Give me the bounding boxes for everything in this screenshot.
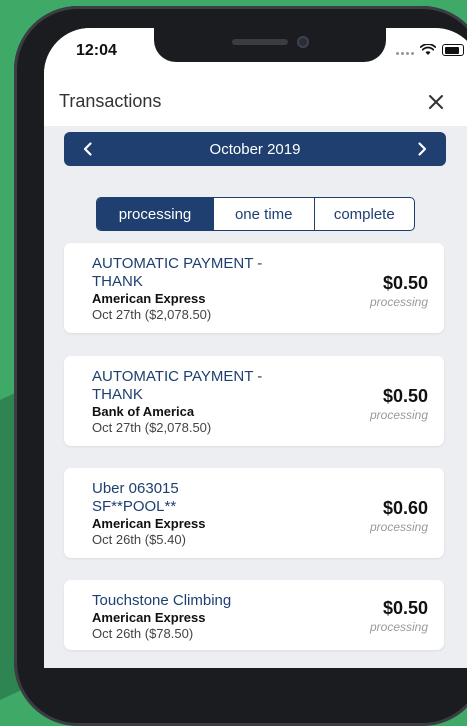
- transaction-status: processing: [369, 295, 428, 309]
- speaker-grille: [232, 39, 288, 45]
- transaction-title-continued: THANK: [92, 273, 143, 290]
- transaction-bank: American Express: [92, 291, 206, 306]
- transaction-amount: $0.50: [382, 598, 428, 618]
- tab-complete[interactable]: complete: [313, 198, 415, 230]
- close-icon[interactable]: [426, 92, 446, 112]
- transaction-bank: American Express: [92, 516, 206, 531]
- signal-icon: [396, 45, 414, 55]
- transaction-title-continued: THANK: [92, 386, 143, 403]
- status-icons: [396, 44, 464, 56]
- tab-one-time[interactable]: one time: [213, 198, 314, 230]
- transaction-card[interactable]: Uber 063015 SF**POOL** American Express …: [64, 468, 444, 558]
- front-camera: [297, 36, 309, 48]
- transaction-card[interactable]: Touchstone Climbing American Express Oct…: [64, 580, 444, 650]
- transaction-card[interactable]: AUTOMATIC PAYMENT - THANK Bank of Americ…: [64, 356, 444, 446]
- transaction-date: Oct 27th ($2,078.50): [92, 420, 212, 435]
- transaction-card[interactable]: AUTOMATIC PAYMENT - THANK American Expre…: [64, 243, 444, 333]
- transaction-date: Oct 26th ($78.50): [92, 626, 194, 641]
- transaction-bank: Bank of America: [92, 404, 195, 419]
- battery-icon: [442, 44, 464, 56]
- wifi-icon: [420, 44, 436, 55]
- transaction-title: AUTOMATIC PAYMENT -: [92, 255, 263, 272]
- phone-notch: [154, 28, 386, 62]
- phone-frame: 12:04 Transactions October 2019 processi…: [14, 6, 467, 726]
- chevron-right-icon[interactable]: [414, 141, 430, 157]
- transaction-description: Touchstone Climbing American Express Oct…: [92, 592, 292, 642]
- month-label: October 2019: [209, 141, 301, 158]
- transaction-status: processing: [369, 408, 428, 422]
- transaction-amount: $0.50: [382, 273, 428, 293]
- app-screen: 12:04 Transactions October 2019 processi…: [44, 28, 467, 668]
- transaction-date: Oct 26th ($5.40): [92, 532, 186, 547]
- status-time: 12:04: [76, 42, 117, 59]
- filter-segmented-control: processing one time complete: [96, 197, 415, 231]
- nav-header: Transactions: [44, 78, 467, 126]
- transaction-description: Uber 063015 SF**POOL** American Express …: [92, 480, 292, 548]
- transaction-bank: American Express: [92, 610, 206, 625]
- transaction-description: AUTOMATIC PAYMENT - THANK American Expre…: [92, 255, 292, 323]
- transaction-date: Oct 27th ($2,078.50): [92, 307, 212, 322]
- transaction-title: Uber 063015: [92, 480, 179, 497]
- transaction-amount: $0.50: [382, 386, 428, 406]
- transaction-status: processing: [369, 620, 428, 634]
- month-navigator: October 2019: [64, 132, 446, 166]
- transaction-status: processing: [369, 520, 428, 534]
- tab-processing[interactable]: processing: [97, 198, 213, 230]
- transaction-amount: $0.60: [382, 498, 428, 518]
- transaction-title-continued: SF**POOL**: [92, 498, 177, 515]
- page-title: Transactions: [59, 91, 162, 111]
- transaction-title: Touchstone Climbing: [92, 592, 232, 609]
- transaction-description: AUTOMATIC PAYMENT - THANK Bank of Americ…: [92, 368, 292, 436]
- transaction-title: AUTOMATIC PAYMENT -: [92, 368, 263, 385]
